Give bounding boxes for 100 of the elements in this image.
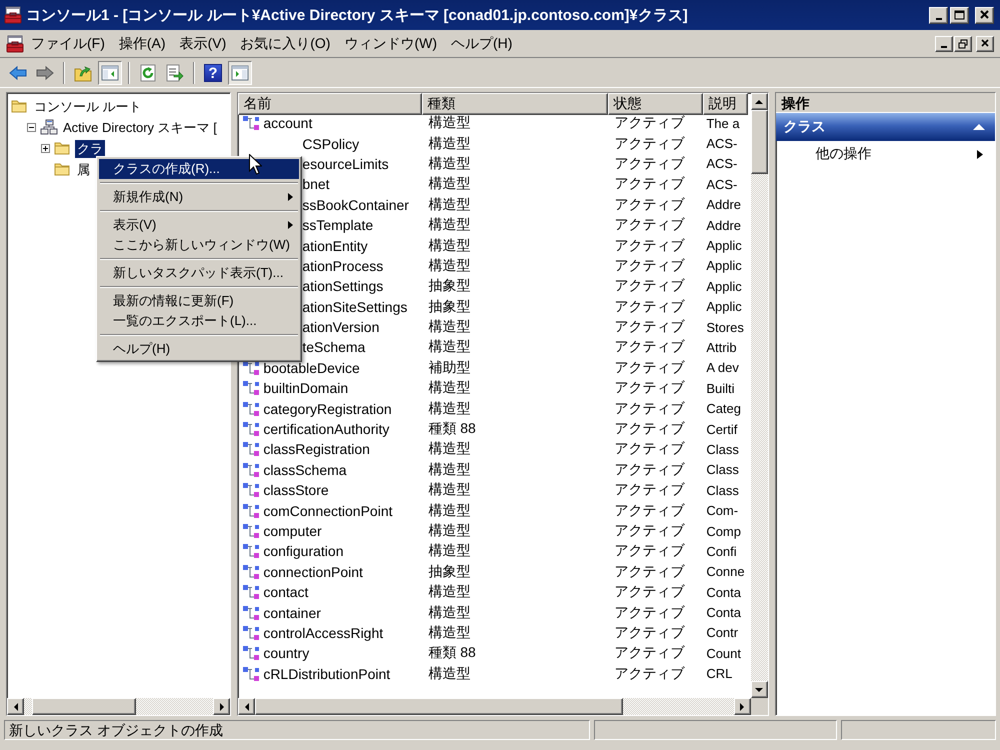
table-cell-text: Class [705, 482, 740, 498]
table-cell-text: アクティブ [613, 583, 686, 602]
class-name: ationEntity [302, 238, 368, 254]
table-cell-text: 構造型 [427, 256, 472, 275]
scroll-up-button[interactable] [750, 93, 768, 110]
toolbox-icon [4, 6, 22, 24]
table-cell-text: 構造型 [427, 502, 472, 520]
class-name: categoryRegistration [263, 400, 392, 417]
class-name: ationProcess [302, 258, 384, 274]
table-cell-text: Addre [705, 197, 742, 212]
class-name: account [263, 115, 312, 132]
column-header[interactable]: 状態 [608, 93, 704, 115]
minimize-button[interactable] [929, 6, 948, 24]
scroll-down-button[interactable] [750, 681, 768, 698]
column-header[interactable]: 名前 [238, 93, 422, 115]
expand-icon[interactable] [40, 144, 50, 153]
menu-item[interactable]: 新規作成(N) [99, 187, 299, 207]
tree-item[interactable]: コンソール ルート [32, 98, 144, 116]
table-cell-text: Com- [705, 503, 740, 518]
column-header[interactable]: 説明 [703, 93, 748, 115]
table-cell-text: アクティブ [613, 440, 686, 458]
table-cell-text: Conne [705, 564, 746, 580]
menu-item[interactable]: ファイル(F) [24, 32, 112, 54]
table-cell-text: 構造型 [427, 318, 472, 336]
table-cell-text: アクティブ [613, 542, 686, 560]
table-cell-text: アクティブ [613, 502, 686, 520]
scroll-right-button[interactable] [213, 698, 230, 715]
class-name: computer [263, 523, 322, 539]
table-cell-text: 構造型 [427, 583, 472, 602]
scroll-left-button[interactable] [7, 698, 24, 715]
table-cell-text: アクティブ [613, 460, 686, 479]
maximize-icon [954, 10, 965, 20]
table-cell-text: アクティブ [613, 134, 686, 153]
table-cell-text: 種類 88 [427, 420, 477, 438]
menu-item[interactable]: クラスの作成(R)... [99, 159, 299, 179]
menu-item[interactable]: ここから新しいウィンドウ(W) [99, 235, 299, 255]
table-cell-text: アクティブ [613, 236, 686, 255]
menu-item[interactable]: 新しいタスクパッド表示(T)... [99, 263, 299, 283]
class-name: teSchema [302, 339, 366, 356]
table-cell-text: アクティブ [613, 277, 686, 296]
close-button[interactable] [975, 6, 994, 24]
horizontal-scrollbar[interactable] [7, 698, 230, 715]
table-cell-text: アクティブ [613, 420, 686, 438]
table-cell-text: CRL [705, 666, 734, 682]
minimize-icon [941, 46, 947, 48]
tree-item[interactable]: Active Directory スキーマ [ [61, 118, 219, 136]
menu-item[interactable]: ウィンドウ(W) [337, 32, 444, 54]
table-cell-text: The a [705, 116, 741, 131]
table-cell-text: アクティブ [613, 604, 686, 622]
menu-item[interactable]: 最新の情報に更新(F) [99, 291, 299, 311]
scrollbar-thumb[interactable] [32, 698, 136, 715]
tree-item[interactable]: クラ [75, 140, 105, 158]
class-name: controlAccessRight [263, 624, 384, 641]
class-name: classSchema [263, 462, 347, 478]
class-name: ationSettings [302, 278, 384, 294]
class-name: certificationAuthority [263, 421, 390, 438]
right-arrow-icon [738, 702, 746, 710]
table-cell-text: Applic [705, 299, 743, 314]
menu-item[interactable]: お気に入り(O) [233, 32, 338, 54]
show-action-pane-button[interactable] [228, 60, 252, 84]
table-cell-text: 構造型 [427, 338, 472, 356]
table-cell-text: Class [705, 442, 740, 457]
scroll-left-button[interactable] [238, 698, 256, 715]
horizontal-scrollbar[interactable] [238, 698, 751, 715]
collapse-icon[interactable] [26, 123, 36, 132]
vertical-scrollbar[interactable] [750, 93, 768, 698]
tree-item[interactable]: 属 [75, 160, 92, 178]
show-tree-button[interactable] [98, 60, 122, 84]
class-name: contact [263, 584, 308, 600]
class-name: comConnectionPoint [263, 502, 392, 519]
minimize-button[interactable] [935, 36, 953, 52]
toolbox-icon [6, 34, 24, 52]
menu-item[interactable]: 表示(V) [172, 32, 234, 54]
maximize-button[interactable] [950, 6, 969, 24]
table-cell-text: アクティブ [613, 114, 686, 132]
table-cell-text: Class [705, 462, 740, 478]
scrollbar-thumb[interactable] [255, 698, 624, 715]
column-header[interactable]: 種類 [422, 93, 608, 115]
scroll-right-button[interactable] [734, 698, 751, 715]
menu-item[interactable]: ヘルプ(H) [99, 339, 299, 359]
table-cell-text: Conta [705, 605, 742, 620]
table-cell-text: アクティブ [613, 379, 686, 398]
menu-item[interactable]: 操作(A) [112, 32, 173, 54]
refresh-icon [139, 64, 157, 82]
table-cell-text: アクティブ [613, 481, 686, 500]
section-header[interactable]: クラス [776, 113, 995, 141]
table-cell-text: 補助型 [427, 358, 472, 377]
menu-item[interactable]: ヘルプ(H) [444, 32, 520, 54]
up-arrow-icon [755, 98, 764, 106]
schema-icon [40, 119, 58, 136]
menu-item[interactable]: 表示(V) [99, 215, 299, 235]
scrollbar-thumb[interactable] [750, 110, 768, 174]
table-cell-text: 構造型 [427, 216, 472, 234]
restore-button[interactable] [954, 36, 972, 52]
action-link[interactable]: 他の操作 [776, 141, 995, 167]
close-button[interactable] [976, 36, 994, 52]
collapse-arrow-icon [973, 123, 985, 131]
left-arrow-icon [242, 702, 251, 710]
minimize-icon [936, 18, 942, 20]
menu-item[interactable]: 一覧のエクスポート(L)... [99, 311, 299, 331]
